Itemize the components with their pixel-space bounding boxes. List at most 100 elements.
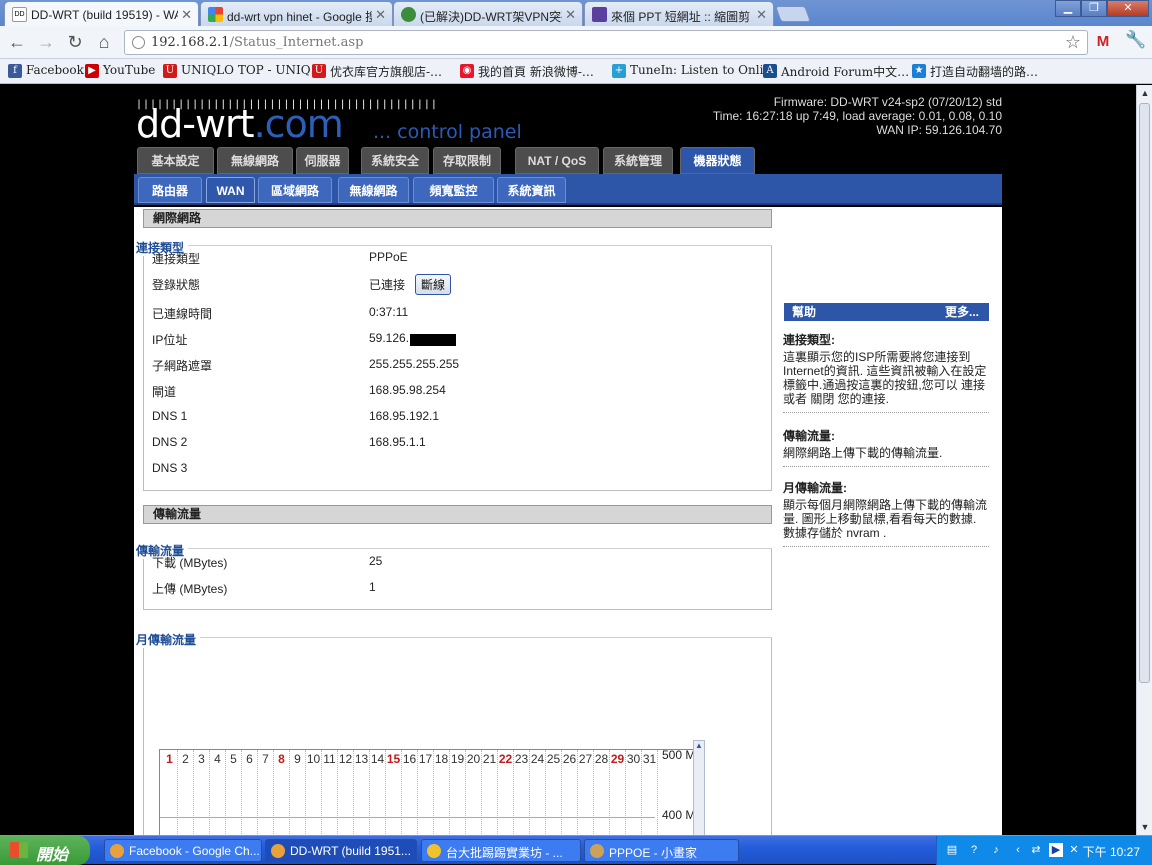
system-tray: ▤ ? ♪ ‹ ⇄ ▶ ✕ 下午 10:27 xyxy=(936,836,1152,865)
address-bar[interactable]: 192.168.2.1/Status_Internet.asp ☆ xyxy=(124,30,1088,55)
minimize-button[interactable]: ▁ xyxy=(1055,0,1081,17)
graph-day-label: 28 xyxy=(594,752,609,766)
bookmark-label: 我的首頁 新浪微博-… xyxy=(478,65,594,79)
main-menu-tab[interactable]: 無線網路 xyxy=(217,147,293,174)
tab-solved-vpn[interactable]: (已解決)DD-WRT架VPN突破 ✕ xyxy=(393,1,583,26)
bookmark-item[interactable]: f Facebook xyxy=(8,63,84,78)
tab-google-search[interactable]: dd-wrt vpn hinet - Google 搜尋 ✕ xyxy=(200,1,393,26)
wrench-menu-icon[interactable]: 🔧 xyxy=(1125,30,1146,50)
taskbar-item-label: Facebook - Google Ch... xyxy=(129,844,260,858)
sub-menu-tab[interactable]: 路由器 xyxy=(138,177,202,203)
forward-icon[interactable]: → xyxy=(35,32,57,53)
graph-day-label: 30 xyxy=(626,752,641,766)
gmail-icon[interactable]: M xyxy=(1093,33,1113,50)
bookmark-item[interactable]: ▶ YouTube xyxy=(85,63,156,78)
sub-menu-tab[interactable]: 系統資訊 xyxy=(497,177,566,203)
scroll-up-icon[interactable]: ▲ xyxy=(695,741,703,750)
close-window-button[interactable]: ✕ xyxy=(1107,0,1149,17)
taskbar-item[interactable]: PPPOE - 小畫家 xyxy=(584,839,739,862)
bookmark-item[interactable]: A Android Forum中文… xyxy=(763,63,909,80)
taskbar-item[interactable]: DD-WRT (build 1951... xyxy=(265,839,417,862)
page-scrollbar[interactable]: ▲ ▼ xyxy=(1136,85,1152,835)
bookmark-item[interactable]: ★ 打造自动翻墙的路… xyxy=(912,63,1038,80)
traffic-row-value: 1 xyxy=(369,580,376,594)
bookmark-item[interactable]: U UNIQLO TOP - UNIQ… xyxy=(163,63,323,78)
bookmark-star-icon[interactable]: ☆ xyxy=(1065,32,1081,53)
close-tab-icon[interactable]: ✕ xyxy=(375,7,386,23)
scroll-down-icon[interactable]: ▼ xyxy=(1138,820,1152,834)
status-row-label: DNS 1 xyxy=(152,409,188,423)
sub-menu-tab[interactable]: 區域網路 xyxy=(258,177,332,203)
scroll-up-icon[interactable]: ▲ xyxy=(1138,86,1152,100)
google-favicon-icon xyxy=(208,7,223,22)
media-play-icon[interactable]: ▶ xyxy=(1049,843,1063,857)
disconnect-button[interactable]: 斷線 xyxy=(415,274,452,295)
youtube-icon: ▶ xyxy=(85,64,99,78)
tab-ppt-short-url[interactable]: 來個 PPT 短網址 :: 縮圖剪 ✕ xyxy=(584,1,774,26)
internet-section-title: 網際網路 xyxy=(143,209,772,228)
bookmark-label: Facebook xyxy=(26,63,84,77)
sub-menu-tab[interactable]: 無線網路 xyxy=(338,177,409,203)
traffic-section-title: 傳輸流量 xyxy=(143,505,772,524)
main-menu-tab[interactable]: 伺服器 xyxy=(296,147,349,174)
scroll-thumb[interactable] xyxy=(1139,103,1150,683)
graph-day-label: 20 xyxy=(466,752,481,766)
graph-day-label: 29 xyxy=(610,752,625,766)
sub-menu: 路由器 WAN 區域網路 無線網路 頻寬監控 系統資訊 xyxy=(134,174,1002,205)
bookmark-label: TuneIn: Listen to Onli… xyxy=(630,63,776,77)
start-button[interactable]: 開始 xyxy=(0,836,90,865)
bookmark-item[interactable]: + TuneIn: Listen to Onli… xyxy=(612,63,776,78)
network-icon[interactable]: ⇄ xyxy=(1029,843,1043,857)
volume-icon[interactable]: ♪ xyxy=(989,843,1003,857)
bookmark-item[interactable]: ◉ 我的首頁 新浪微博-… xyxy=(460,63,594,80)
taskbar-item[interactable]: 台大批踢踢實業坊 - ... xyxy=(421,839,581,862)
browser-toolbar: ← → ↻ ⌂ 192.168.2.1/Status_Internet.asp … xyxy=(0,26,1152,59)
close-tab-icon[interactable]: ✕ xyxy=(565,7,576,23)
uptime: Time: 16:27:18 up 7:49, load average: 0.… xyxy=(712,109,1002,123)
new-tab-button[interactable] xyxy=(775,6,811,22)
tray-app-icon[interactable]: ▤ xyxy=(945,843,959,857)
reload-icon[interactable]: ↻ xyxy=(64,32,86,53)
status-row-label: 子網路遮罩 xyxy=(152,359,213,373)
back-icon[interactable]: ← xyxy=(6,32,28,53)
bookmark-label: YouTube xyxy=(103,63,156,77)
graph-day-label: 3 xyxy=(198,752,205,766)
main-menu-tab[interactable]: 機器狀態 xyxy=(680,147,755,174)
graph-y-label: 400 M xyxy=(662,808,696,822)
help-connection-type: 連接類型: 這裏顯示您的ISP所需要將您連接到Internet的資訊. 這些資訊被… xyxy=(783,333,989,413)
main-menu-tab[interactable]: 存取限制 xyxy=(433,147,501,174)
wan-ip: WAN IP: 59.126.104.70 xyxy=(876,123,1002,137)
sub-menu-tab[interactable]: WAN xyxy=(206,177,255,203)
close-tab-icon[interactable]: ✕ xyxy=(181,7,192,23)
page-info-icon[interactable] xyxy=(132,36,145,49)
tab-ddwrt[interactable]: DD DD-WRT (build 19519) - WA ✕ xyxy=(4,1,199,27)
graph-day-label: 10 xyxy=(306,752,321,766)
tray-close-icon[interactable]: ✕ xyxy=(1067,843,1081,857)
status-row-value: 168.95.192.1 xyxy=(369,409,440,423)
main-menu-tab[interactable]: 系統安全 xyxy=(361,147,429,174)
bookmarks-bar: f Facebook ▶ YouTube U UNIQLO TOP - UNIQ… U 优衣库… xyxy=(0,59,1152,84)
chevron-left-icon[interactable]: ‹ xyxy=(1011,843,1025,857)
graph-day-label: 19 xyxy=(450,752,465,766)
tab-strip: DD DD-WRT (build 19519) - WA ✕ dd-wrt vp… xyxy=(0,0,1152,27)
main-menu-tab[interactable]: NAT / QoS xyxy=(515,147,599,174)
main-menu-tab[interactable]: 系統管理 xyxy=(603,147,673,174)
weibo-icon: ◉ xyxy=(460,64,474,78)
status-row-label: 登錄狀態 xyxy=(152,278,201,292)
help-tray-icon[interactable]: ? xyxy=(967,843,981,857)
status-row-label: 閘道 xyxy=(152,385,177,399)
help-more-link[interactable]: 更多... xyxy=(945,303,979,321)
close-tab-icon[interactable]: ✕ xyxy=(756,7,767,23)
taskbar-item[interactable]: Facebook - Google Ch... xyxy=(104,839,262,862)
graph-day-label: 31 xyxy=(642,752,657,766)
content-area: 網際網路 連接類型 斷線 傳輸流量 傳輸流量 月傳輸流量 1 2 3 4 5 6 7 8 9 10… xyxy=(134,207,1002,835)
graph-scrollbar[interactable]: ▲ xyxy=(693,740,705,835)
home-icon[interactable]: ⌂ xyxy=(93,32,115,53)
bookmark-item[interactable]: U 优衣库官方旗舰店-… xyxy=(312,63,442,80)
taskbar-app-icon xyxy=(110,844,124,858)
maximize-button[interactable]: ❐ xyxy=(1081,0,1107,17)
main-menu-tab[interactable]: 基本設定 xyxy=(137,147,214,174)
sub-menu-tab[interactable]: 頻寬監控 xyxy=(413,177,494,203)
url-host: 192.168.2.1 xyxy=(151,35,230,50)
status-row-value: 已連接 xyxy=(369,278,406,292)
